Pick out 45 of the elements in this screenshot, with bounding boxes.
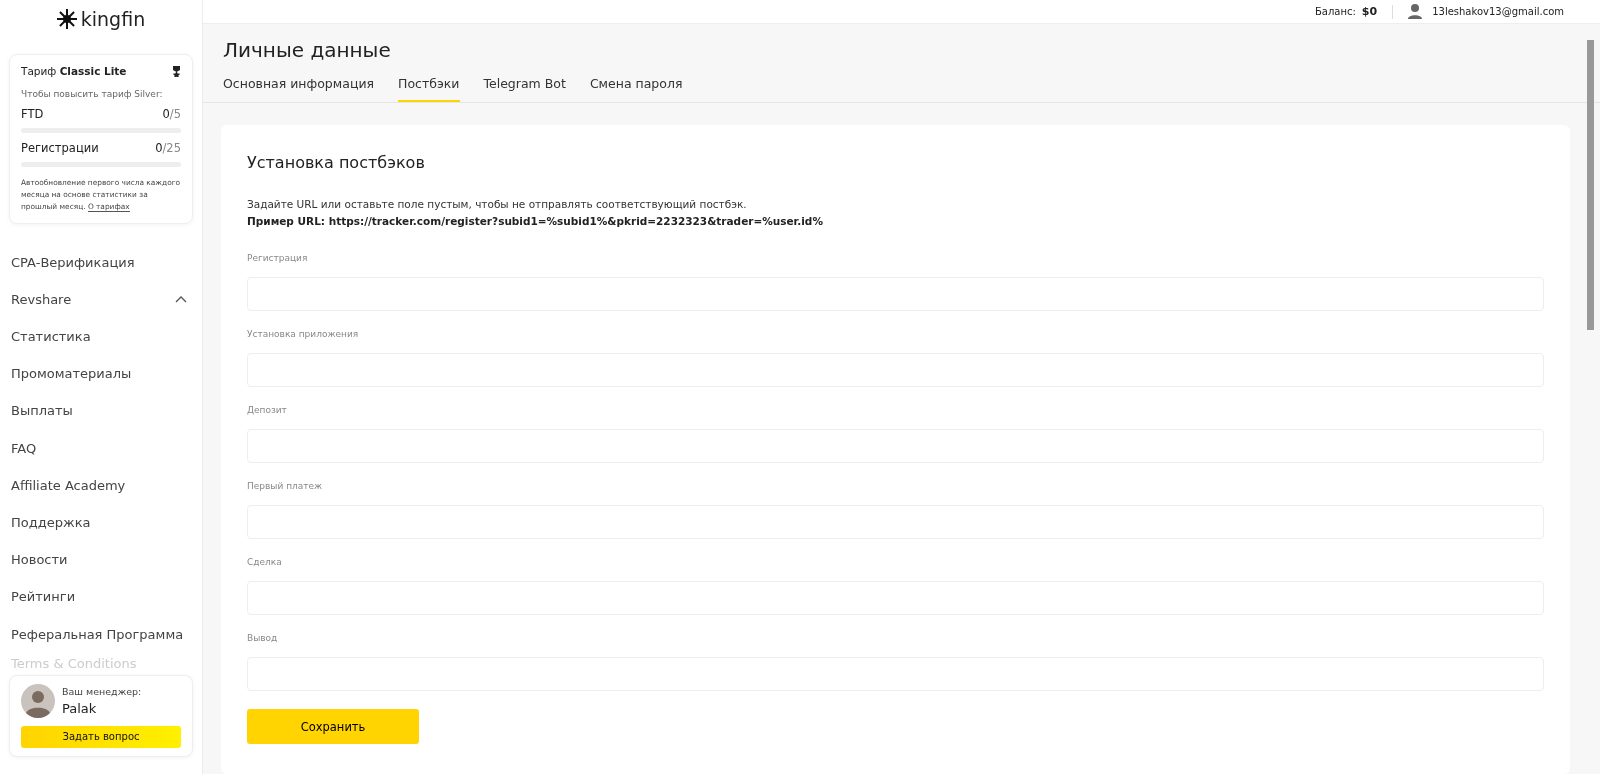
metric-name: Регистрации [21,141,99,155]
field-label: Регистрация [247,253,309,263]
form-hint: Задайте URL или оставьте поле пустым, чтобы не отправлять соответствующий постбэк. [247,198,748,210]
chevron-icon [175,295,187,303]
sidebar-item[interactable]: Поддержка [11,503,191,542]
field-label: Вывод [247,633,279,643]
tab[interactable]: Постбэки [398,76,460,102]
example-url: Пример URL: https://tracker.com/register?subid1=%subid1%&pkrid=2232323&trader=%user.id% [247,215,824,227]
sidebar-item[interactable]: Рейтинги [11,578,191,616]
sidebar-item[interactable]: Новости [11,541,191,579]
tab[interactable]: Telegram Bot [483,76,566,102]
sidebar-item[interactable]: FAQ [11,429,191,467]
sidebar-item[interactable]: Affiliate Academy [11,466,191,504]
sidebar-item[interactable]: Статистика [11,317,191,356]
manager-name: Palak [62,700,98,716]
user-icon [1408,4,1423,19]
upgrade-text: Чтобы повысить тариф Silver: [21,89,164,99]
field-label: Сделка [247,557,283,567]
sidebar-item[interactable]: CPA-Верификация [11,243,191,281]
ask-question-button[interactable]: Задать вопрос [21,725,181,748]
sidebar-item[interactable]: Revshare [11,280,191,318]
logo-icon [56,9,77,29]
field-label: Первый платеж [247,481,324,491]
save-button[interactable]: Сохранить [247,709,419,744]
sidebar-item[interactable]: Выплаты [11,392,191,430]
balance-label: Баланс: [1314,6,1356,17]
page-title: Личные данные [223,38,392,62]
manager-label: Ваш менеджер: [62,685,142,697]
scrollbar-thumb[interactable] [1587,40,1594,330]
form-title: Установка постбэков [247,153,426,172]
tariff-title: Тариф Classic Lite [21,65,127,77]
sidebar-item[interactable]: Промоматериалы [11,355,191,393]
user-email[interactable]: 13leshakov13@gmail.com [1432,6,1564,17]
balance-value: $0 [1361,5,1378,18]
tab[interactable]: Смена пароля [589,76,683,102]
field-label: Депозит [247,405,288,415]
tab[interactable]: Основная информация [223,76,375,102]
medal-icon [172,65,181,77]
logo-text: kingfin [80,8,146,30]
metric-name: FTD [21,107,44,121]
avatar-icon [21,683,55,718]
metric-value: 0/25 [155,141,181,155]
sidebar-item[interactable]: Реферальная Программа [11,615,191,653]
field-label: Установка приложения [247,329,360,339]
metric-value: 0/5 [162,107,181,121]
